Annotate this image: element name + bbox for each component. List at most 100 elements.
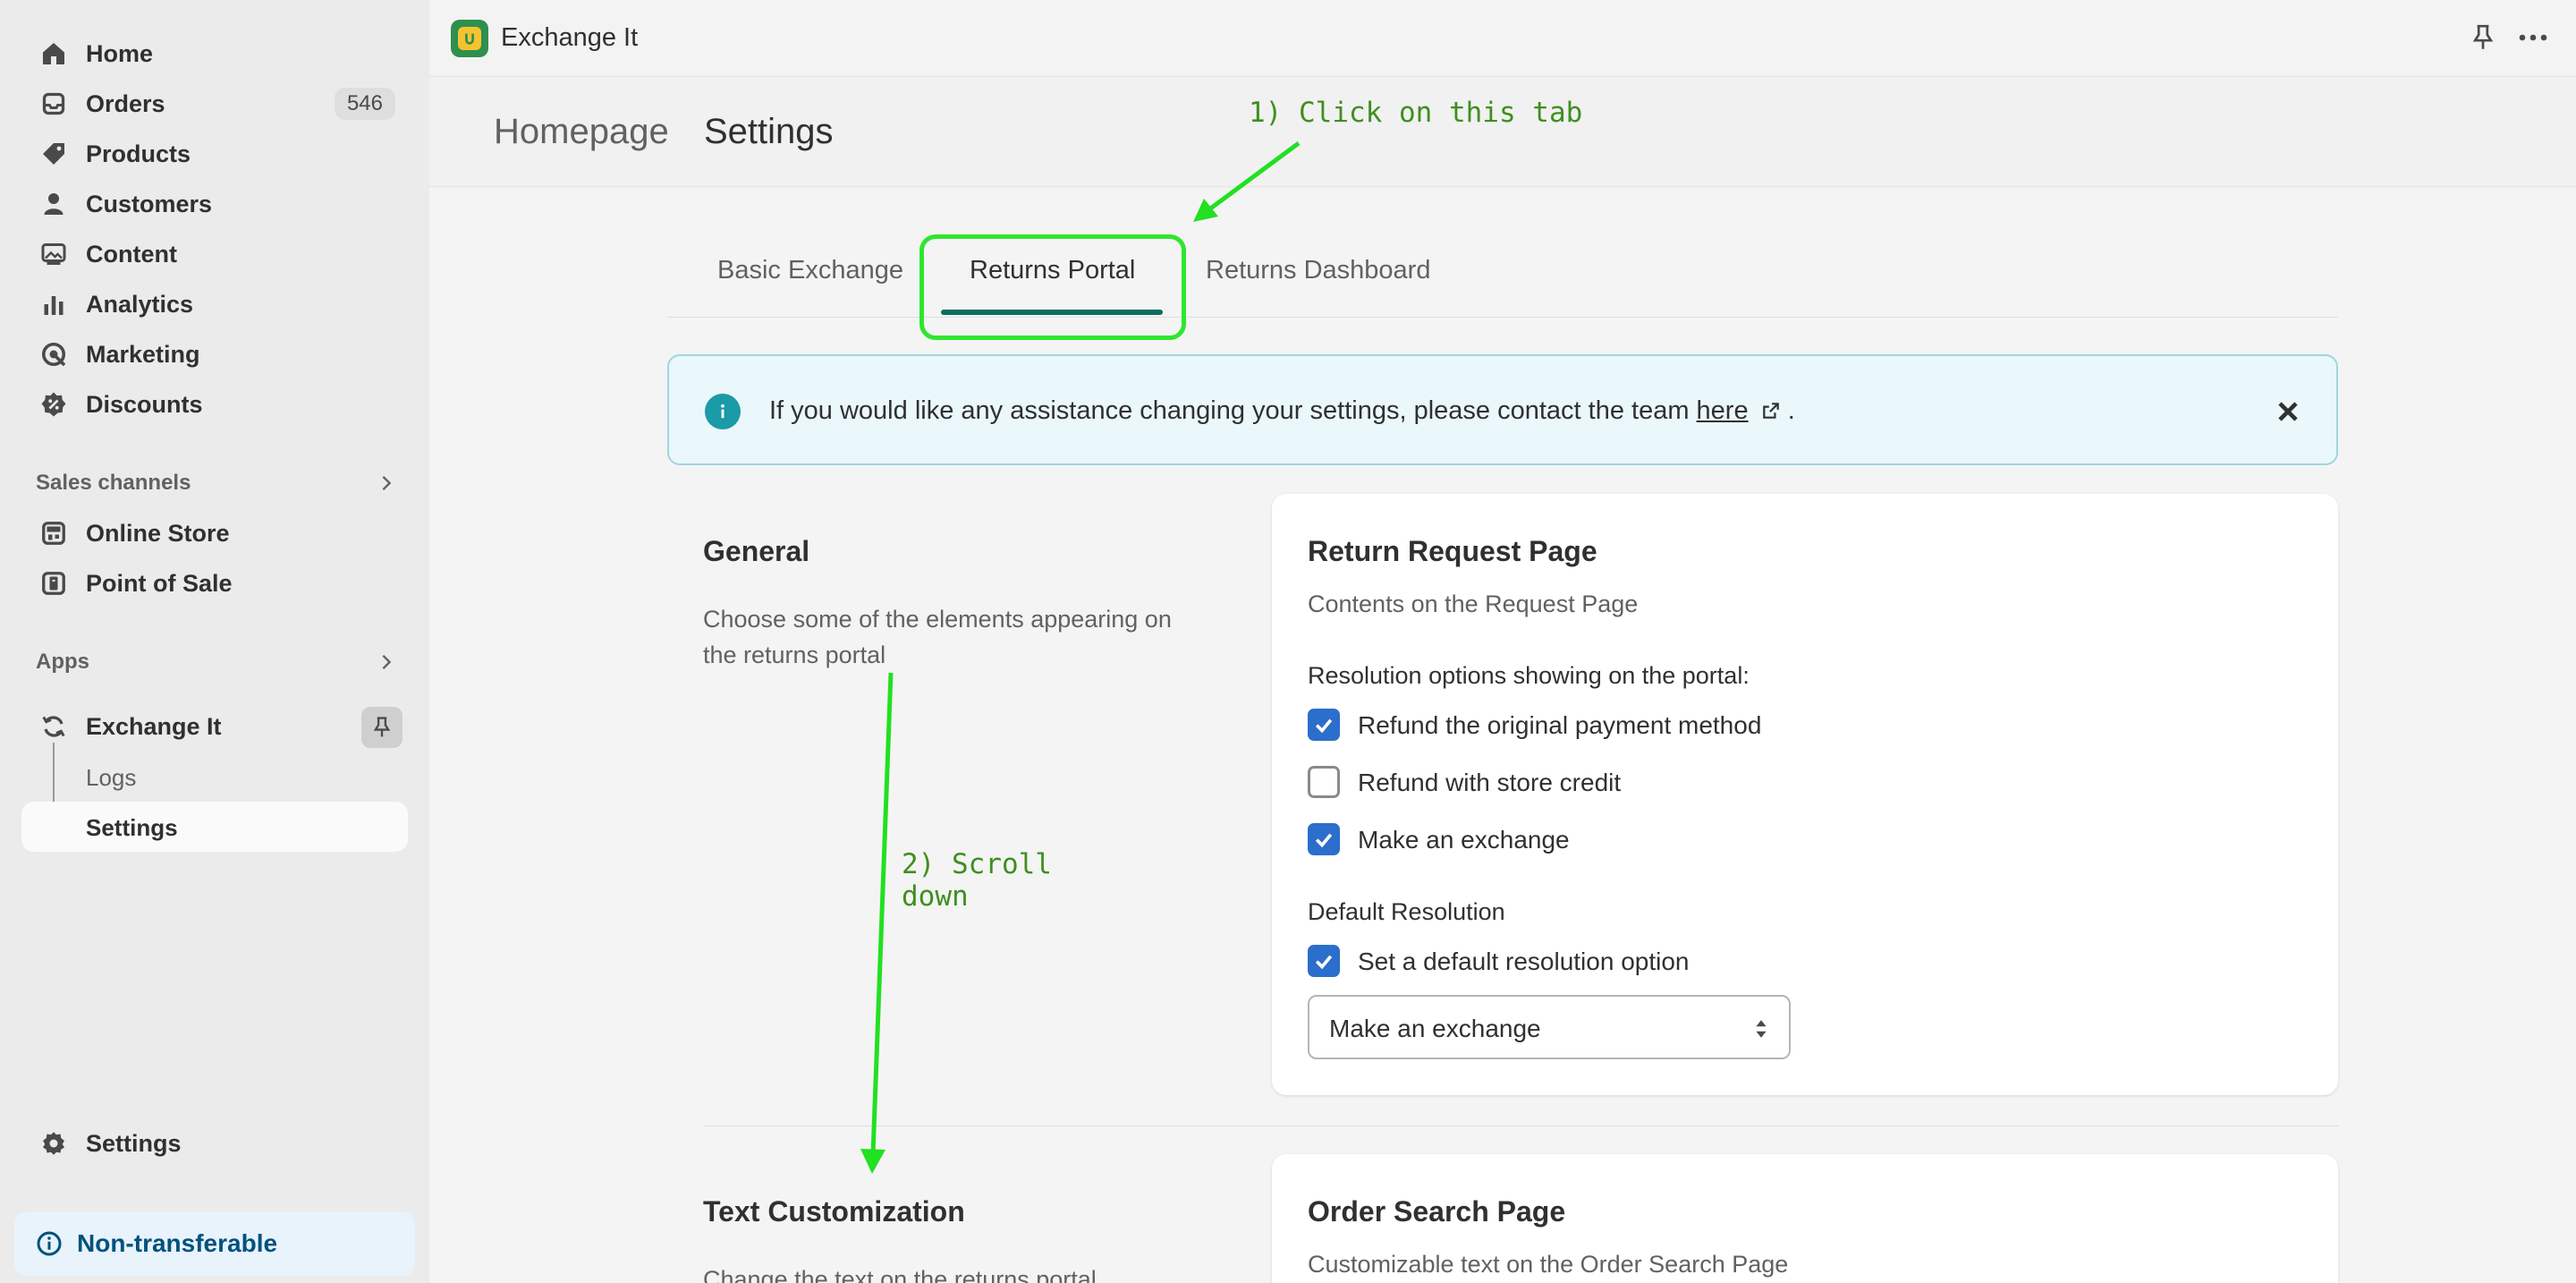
card-subtitle: Customizable text on the Order Search Pa… <box>1308 1251 1789 1278</box>
tab-basic-exchange[interactable]: Basic Exchange <box>717 256 903 285</box>
non-transferable-label: Non-transferable <box>77 1229 278 1257</box>
app-title: Exchange It <box>501 23 639 52</box>
image-icon <box>36 236 72 272</box>
sidebar-item-label: Online Store <box>86 519 230 547</box>
sales-channels-heading: Sales channels <box>36 471 191 495</box>
app-top-bar: Exchange It <box>429 0 2576 77</box>
pin-app-button[interactable] <box>361 707 402 748</box>
annotation-step2-line1: 2) Scroll <box>902 848 1052 880</box>
orders-icon <box>36 86 72 122</box>
resolution-options-label: Resolution options showing on the portal… <box>1308 662 1750 689</box>
default-resolution-option-label[interactable]: Set a default resolution option <box>1358 947 1689 976</box>
non-transferable-notice[interactable]: Non-transferable <box>14 1211 415 1276</box>
sync-icon <box>36 709 72 744</box>
store-credit-label[interactable]: Refund with store credit <box>1358 769 1621 797</box>
contact-here-link[interactable]: here <box>1697 396 1749 425</box>
bar-chart-icon <box>36 286 72 322</box>
general-section-title: General <box>703 535 810 567</box>
page-title: Settings <box>704 112 834 151</box>
app-logo-icon <box>465 33 474 45</box>
tag-icon <box>36 136 72 172</box>
sidebar-item-label: Customers <box>86 190 213 217</box>
text-customization-description: Change the text on the returns portal <box>703 1266 1097 1283</box>
refund-original-label[interactable]: Refund the original payment method <box>1358 711 1761 740</box>
checkmark-icon <box>1315 955 1333 970</box>
person-icon <box>36 186 72 222</box>
sidebar-subitem-logs[interactable]: Logs <box>86 764 136 792</box>
tabs-divider <box>667 317 2338 318</box>
pos-icon <box>36 565 72 601</box>
sidebar-item-content[interactable]: Content <box>21 233 408 276</box>
general-section-description: Choose some of the elements appearing on… <box>703 606 1172 668</box>
sidebar-item-orders[interactable]: Orders 546 <box>21 82 408 125</box>
orders-count-badge: 546 <box>334 88 395 120</box>
sidebar-item-online-store[interactable]: Online Store <box>21 512 408 555</box>
sidebar-subitem-settings-bg[interactable] <box>21 802 408 852</box>
banner-text: If you would like any assistance changin… <box>769 396 1795 426</box>
close-icon[interactable] <box>2272 395 2304 428</box>
chevron-right-icon[interactable] <box>376 472 397 494</box>
annotation-step2-line2: down <box>902 880 969 913</box>
make-exchange-label[interactable]: Make an exchange <box>1358 826 1570 854</box>
banner-text-after: . <box>1780 396 1795 425</box>
text-customization-title: Text Customization <box>703 1195 965 1228</box>
more-options-icon[interactable] <box>2517 23 2549 52</box>
sidebar-item-label: Orders <box>86 89 165 117</box>
default-resolution-select[interactable]: Make an exchange <box>1308 995 1791 1059</box>
checkmark-icon <box>1315 718 1333 734</box>
app-logo <box>451 20 488 57</box>
pin-icon[interactable] <box>2469 23 2497 52</box>
page-header: Homepage Settings <box>429 78 2576 187</box>
return-request-card: Return Request Page Contents on the Requ… <box>1272 494 2338 1095</box>
target-icon <box>36 336 72 372</box>
external-link-icon[interactable] <box>1761 401 1781 421</box>
sidebar-item-customers[interactable]: Customers <box>21 183 408 225</box>
home-icon <box>36 36 72 72</box>
sidebar-item-label: Home <box>86 39 154 67</box>
store-credit-checkbox[interactable] <box>1308 766 1340 798</box>
annotation-step1-text: 1) Click on this tab <box>1249 97 1583 129</box>
sidebar-item-label: Discounts <box>86 390 203 418</box>
annotation-highlight-box <box>919 234 1186 340</box>
select-arrows-icon <box>1756 1020 1767 1038</box>
info-icon <box>37 1231 62 1256</box>
apps-heading: Apps <box>36 650 89 674</box>
sidebar-item-marketing[interactable]: Marketing <box>21 333 408 376</box>
refund-original-checkbox[interactable] <box>1308 709 1340 741</box>
sidebar-item-label: Content <box>86 240 177 268</box>
discount-icon <box>36 387 72 422</box>
default-resolution-label: Default Resolution <box>1308 898 1505 925</box>
sidebar-item-discounts[interactable]: Discounts <box>21 383 408 426</box>
sidebar: Home Orders 546 Products Customers Conte… <box>0 0 429 1283</box>
card-title: Order Search Page <box>1308 1195 1566 1228</box>
store-icon <box>36 515 72 551</box>
sidebar-item-products[interactable]: Products <box>21 132 408 175</box>
info-banner: If you would like any assistance changin… <box>667 354 2338 465</box>
sidebar-item-settings[interactable]: Settings <box>21 1122 408 1165</box>
sidebar-item-label: Exchange It <box>86 712 222 740</box>
default-resolution-checkbox[interactable] <box>1308 945 1340 977</box>
sidebar-item-label: Products <box>86 140 191 167</box>
tab-returns-dashboard[interactable]: Returns Dashboard <box>1206 256 1430 285</box>
sidebar-item-exchange-it[interactable]: Exchange It <box>21 705 408 748</box>
chevron-right-icon[interactable] <box>376 651 397 673</box>
annotation-step2-text: 2) Scroll down <box>902 848 1052 913</box>
order-search-card: Order Search Page Customizable text on t… <box>1272 1154 2338 1283</box>
sidebar-subitem-settings[interactable]: Settings <box>86 814 178 842</box>
sidebar-item-point-of-sale[interactable]: Point of Sale <box>21 562 408 605</box>
breadcrumb-homepage[interactable]: Homepage <box>494 112 669 152</box>
sidebar-item-label: Settings <box>86 1129 182 1157</box>
sidebar-item-analytics[interactable]: Analytics <box>21 283 408 326</box>
checkmark-icon <box>1315 833 1333 848</box>
gear-icon <box>36 1126 72 1161</box>
make-exchange-checkbox[interactable] <box>1308 823 1340 855</box>
card-subtitle: Contents on the Request Page <box>1308 591 1639 617</box>
sidebar-item-label: Analytics <box>86 290 194 318</box>
info-icon <box>705 394 741 429</box>
select-value: Make an exchange <box>1329 1015 1541 1042</box>
sidebar-item-label: Point of Sale <box>86 569 233 597</box>
banner-text-before: If you would like any assistance changin… <box>769 396 1697 425</box>
card-title: Return Request Page <box>1308 535 1597 567</box>
sidebar-item-home[interactable]: Home <box>21 32 408 75</box>
sidebar-item-label: Marketing <box>86 340 200 368</box>
